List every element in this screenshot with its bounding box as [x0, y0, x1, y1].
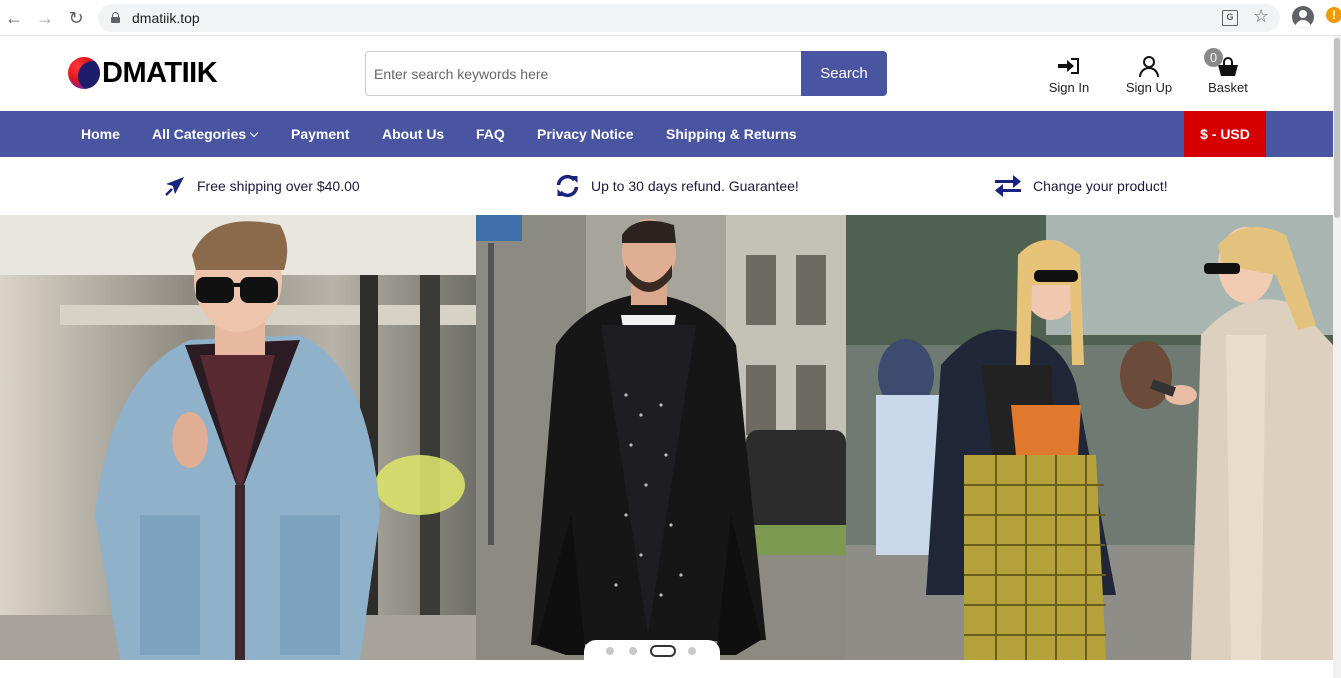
site-logo[interactable]: DMATIIK	[68, 56, 218, 90]
lock-icon	[111, 12, 120, 23]
feature-text: Free shipping over $40.00	[197, 178, 360, 194]
hero-image-black-coat	[476, 215, 846, 660]
scrollbar-thumb[interactable]	[1334, 38, 1340, 218]
bookmark-star-icon[interactable]: ☆	[1253, 6, 1269, 27]
main-nav: Home All Categories Payment About Us FAQ…	[0, 111, 1341, 157]
feature-text: Up to 30 days refund. Guarantee!	[591, 178, 799, 194]
exchange-icon	[995, 175, 1021, 197]
slider-pagination	[584, 640, 720, 662]
feature-change-product: Change your product!	[993, 173, 1168, 199]
slider-dot-active[interactable]	[650, 645, 676, 657]
search-button[interactable]: Search	[801, 51, 887, 96]
reload-icon[interactable]: ↻	[65, 7, 87, 29]
slider-dot[interactable]	[606, 647, 614, 655]
hero-image-denim-jacket	[0, 215, 476, 660]
nav-item-shipping-returns[interactable]: Shipping & Returns	[666, 111, 797, 157]
feature-free-shipping: Free shipping over $40.00	[163, 173, 360, 199]
sign-in-link[interactable]: Sign In	[1046, 56, 1092, 96]
nav-item-payment[interactable]: Payment	[291, 111, 349, 157]
chevron-down-icon	[249, 128, 259, 138]
back-arrow-icon[interactable]: ←	[3, 7, 25, 29]
basket-label: Basket	[1208, 80, 1248, 95]
nav-item-privacy-notice[interactable]: Privacy Notice	[537, 111, 634, 157]
search-input[interactable]	[365, 51, 802, 96]
nav-item-all-categories-label: All Categories	[152, 126, 247, 142]
logo-text: DMATIIK	[102, 56, 218, 89]
url-text: dmatiik.top	[132, 10, 200, 26]
logo-mark-icon	[68, 57, 100, 89]
hero-banner[interactable]	[0, 215, 1333, 660]
hero-image-street-style	[846, 215, 1333, 660]
currency-selector-button[interactable]: $ - USD	[1184, 111, 1266, 157]
sign-up-label: Sign Up	[1125, 80, 1173, 95]
feature-refund: Up to 30 days refund. Guarantee!	[554, 173, 799, 199]
feature-text: Change your product!	[1033, 178, 1168, 194]
nav-item-faq[interactable]: FAQ	[476, 111, 505, 157]
address-bar[interactable]: dmatiik.top G ☆	[98, 4, 1280, 32]
profile-avatar-icon[interactable]	[1292, 6, 1314, 28]
site-header: DMATIIK Search Sign In Sign Up Basket 0	[0, 36, 1341, 111]
refresh-icon	[556, 174, 579, 198]
browser-toolbar: ← → ↻ dmatiik.top G ☆ !	[0, 0, 1341, 36]
user-icon	[1138, 56, 1160, 78]
update-alert-icon[interactable]: !	[1326, 7, 1341, 23]
nav-item-home[interactable]: Home	[81, 111, 120, 157]
slider-dot[interactable]	[629, 647, 637, 655]
translate-icon[interactable]: G	[1222, 10, 1238, 26]
nav-item-about-us[interactable]: About Us	[382, 111, 444, 157]
page-scrollbar[interactable]	[1333, 36, 1341, 678]
sign-up-link[interactable]: Sign Up	[1122, 56, 1176, 96]
features-strip: Free shipping over $40.00 Up to 30 days …	[0, 157, 1341, 215]
airplane-icon	[165, 177, 184, 196]
sign-in-icon	[1058, 56, 1080, 78]
basket-count-badge: 0	[1204, 48, 1223, 67]
slider-dot[interactable]	[688, 647, 696, 655]
forward-arrow-icon[interactable]: →	[34, 7, 56, 29]
nav-item-all-categories[interactable]: All Categories	[152, 111, 259, 157]
sign-in-label: Sign In	[1048, 80, 1090, 95]
